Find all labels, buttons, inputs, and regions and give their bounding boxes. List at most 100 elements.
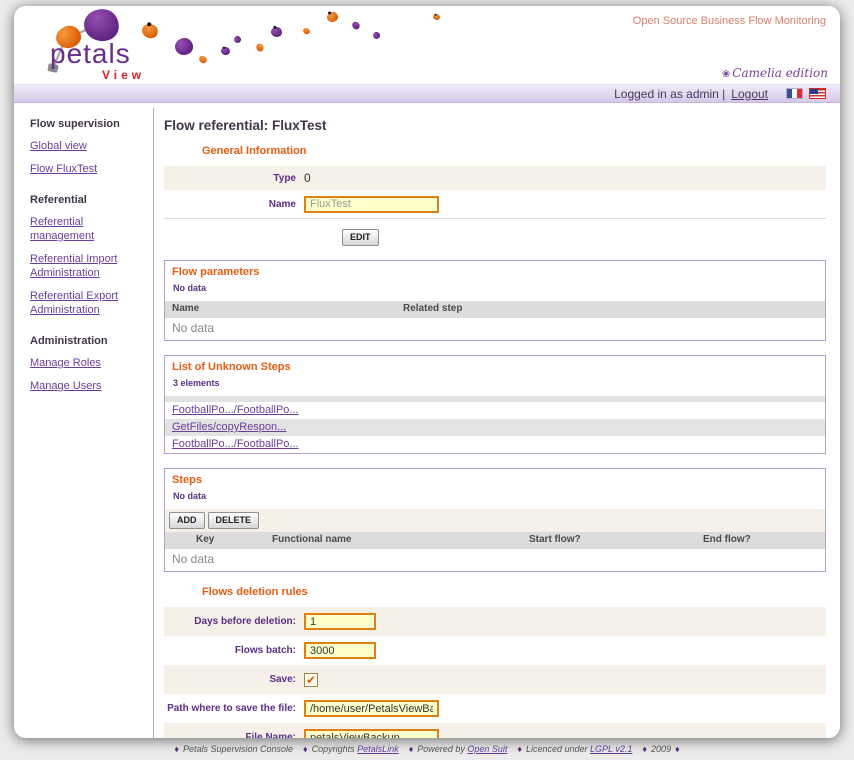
main-panel: Flow referential: FluxTest General Infor… bbox=[154, 103, 840, 738]
us-flag-icon[interactable] bbox=[809, 88, 826, 99]
steps-toolbar: ADD DELETE bbox=[165, 509, 825, 532]
lgpl-link[interactable]: LGPL v2.1 bbox=[590, 744, 632, 754]
unknown-step-link[interactable]: FootballPo.../FootballPo... bbox=[172, 404, 299, 416]
steps-table-header: Key Functional name Start flow? End flow… bbox=[165, 532, 825, 549]
petal-confetti-icon bbox=[220, 46, 230, 55]
content-area: Flow supervision Global view Flow FluxTe… bbox=[14, 103, 840, 738]
form-row-flows-batch: Flows batch: bbox=[164, 636, 826, 665]
days-before-deletion-input[interactable] bbox=[304, 613, 376, 630]
sidebar-item-referential-management[interactable]: Referential management bbox=[30, 215, 147, 243]
petal-confetti-icon bbox=[351, 20, 362, 31]
column-header-start-flow: Start flow? bbox=[529, 534, 581, 545]
petal-confetti-icon bbox=[174, 37, 194, 56]
column-header-related-step: Related step bbox=[403, 303, 462, 314]
steps-status: No data bbox=[165, 488, 825, 509]
french-flag-icon[interactable] bbox=[786, 88, 803, 99]
footer-licence: Licenced under LGPL v2.1 bbox=[526, 744, 632, 754]
flow-parameters-section: Flow parameters No data Name Related ste… bbox=[164, 260, 826, 341]
add-step-button[interactable]: ADD bbox=[169, 512, 205, 529]
column-header-name: Name bbox=[172, 303, 199, 314]
logo-wordmark: petals bbox=[50, 38, 131, 70]
deletion-rules-form: Days before deletion: Flows batch: Save:… bbox=[164, 607, 826, 738]
petal-confetti-icon bbox=[326, 11, 339, 23]
form-row-save-path: Path where to save the file: bbox=[164, 694, 826, 723]
edit-button-row: EDIT bbox=[164, 219, 826, 256]
open-suit-link[interactable]: Open Suit bbox=[467, 744, 507, 754]
flower-icon: ❀ bbox=[722, 69, 730, 80]
type-row: Type 0 bbox=[164, 166, 826, 190]
list-item: FootballPo.../FootballPo... bbox=[165, 402, 825, 419]
sidebar-item-flow-fluxtest[interactable]: Flow FluxTest bbox=[30, 162, 147, 176]
list-item: GetFiles/copyRespon... bbox=[165, 419, 825, 436]
steps-section: Steps No data ADD DELETE Key Functional … bbox=[164, 468, 826, 572]
save-path-label: Path where to save the file: bbox=[164, 703, 304, 714]
footer-powered-by: Powered by Open Suit bbox=[417, 744, 507, 754]
logo-edition-wordmark: View bbox=[102, 68, 145, 82]
delete-step-button[interactable]: DELETE bbox=[208, 512, 260, 529]
login-bar: Logged in as admin | Logout bbox=[14, 84, 840, 103]
petal-confetti-icon bbox=[432, 13, 440, 21]
sidebar: Flow supervision Global view Flow FluxTe… bbox=[14, 103, 153, 738]
sidebar-item-manage-users[interactable]: Manage Users bbox=[30, 379, 147, 393]
column-header-key: Key bbox=[196, 534, 214, 545]
form-row-days-before-deletion: Days before deletion: bbox=[164, 607, 826, 636]
steps-empty-row: No data bbox=[165, 549, 825, 571]
app-tagline: Open Source Business Flow Monitoring bbox=[633, 15, 826, 27]
app-window: petals View Open Source Business Flow Mo… bbox=[14, 6, 840, 738]
sidebar-item-referential-export[interactable]: Referential Export Administration bbox=[30, 289, 147, 317]
unknown-step-link[interactable]: GetFiles/copyRespon... bbox=[172, 421, 286, 433]
unknown-steps-title: List of Unknown Steps bbox=[165, 356, 825, 375]
check-icon: ✔ bbox=[306, 673, 316, 687]
general-information-title: General Information bbox=[202, 145, 826, 157]
steps-title: Steps bbox=[165, 469, 825, 488]
list-item: FootballPo.../FootballPo... bbox=[165, 436, 825, 453]
flow-parameters-status: No data bbox=[165, 280, 825, 301]
name-row: Name bbox=[164, 190, 826, 218]
type-label: Type bbox=[164, 173, 304, 184]
sidebar-section-administration: Administration bbox=[30, 335, 147, 347]
column-header-end-flow: End flow? bbox=[703, 534, 751, 545]
petal-confetti-icon bbox=[372, 31, 382, 41]
app-header: petals View Open Source Business Flow Mo… bbox=[14, 6, 840, 84]
logged-in-status: Logged in as admin | bbox=[614, 87, 725, 101]
sidebar-item-global-view[interactable]: Global view bbox=[30, 139, 147, 153]
unknown-step-link[interactable]: FootballPo.../FootballPo... bbox=[172, 438, 299, 450]
file-name-input[interactable] bbox=[304, 729, 439, 738]
save-checkbox[interactable]: ✔ bbox=[304, 673, 318, 687]
edit-button[interactable]: EDIT bbox=[342, 229, 379, 246]
name-label: Name bbox=[164, 199, 304, 210]
deletion-rules-title: Flows deletion rules bbox=[202, 586, 826, 598]
logout-link[interactable]: Logout bbox=[731, 87, 768, 101]
footer-copyrights: Copyrights PetalsLink bbox=[312, 744, 399, 754]
petal-confetti-icon bbox=[271, 27, 283, 38]
edition-label: ❀Camelia edition bbox=[722, 66, 828, 80]
page-footer: ♦ Petals Supervision Console ♦ Copyright… bbox=[0, 738, 854, 760]
page-title: Flow referential: FluxTest bbox=[164, 118, 826, 133]
petal-confetti-icon bbox=[302, 27, 311, 36]
type-value: 0 bbox=[304, 171, 311, 185]
footer-year: 2009 bbox=[651, 744, 671, 754]
name-input[interactable] bbox=[304, 196, 439, 213]
flow-parameters-title: Flow parameters bbox=[165, 261, 825, 280]
form-row-file-name: File Name: bbox=[164, 723, 826, 738]
flow-parameters-empty-row: No data bbox=[165, 318, 825, 340]
flows-batch-input[interactable] bbox=[304, 642, 376, 659]
petal-confetti-icon bbox=[233, 35, 242, 44]
sidebar-section-referential: Referential bbox=[30, 194, 147, 206]
unknown-steps-count: 3 elements bbox=[165, 375, 825, 396]
column-header-functional-name: Functional name bbox=[272, 534, 351, 545]
save-label: Save: bbox=[164, 674, 304, 685]
sidebar-section-flow-supervision: Flow supervision bbox=[30, 118, 147, 130]
petal-confetti-icon bbox=[255, 42, 265, 52]
form-row-save: Save: ✔ bbox=[164, 665, 826, 694]
days-before-deletion-label: Days before deletion: bbox=[164, 616, 304, 627]
save-path-input[interactable] bbox=[304, 700, 439, 717]
footer-console-label: Petals Supervision Console bbox=[183, 744, 293, 754]
sidebar-item-referential-import[interactable]: Referential Import Administration bbox=[30, 252, 147, 280]
file-name-label: File Name: bbox=[164, 732, 304, 738]
flow-parameters-table-header: Name Related step bbox=[165, 301, 825, 318]
unknown-steps-section: List of Unknown Steps 3 elements Footbal… bbox=[164, 355, 826, 454]
petalslink-link[interactable]: PetalsLink bbox=[357, 744, 399, 754]
sidebar-item-manage-roles[interactable]: Manage Roles bbox=[30, 356, 147, 370]
flows-batch-label: Flows batch: bbox=[164, 645, 304, 656]
